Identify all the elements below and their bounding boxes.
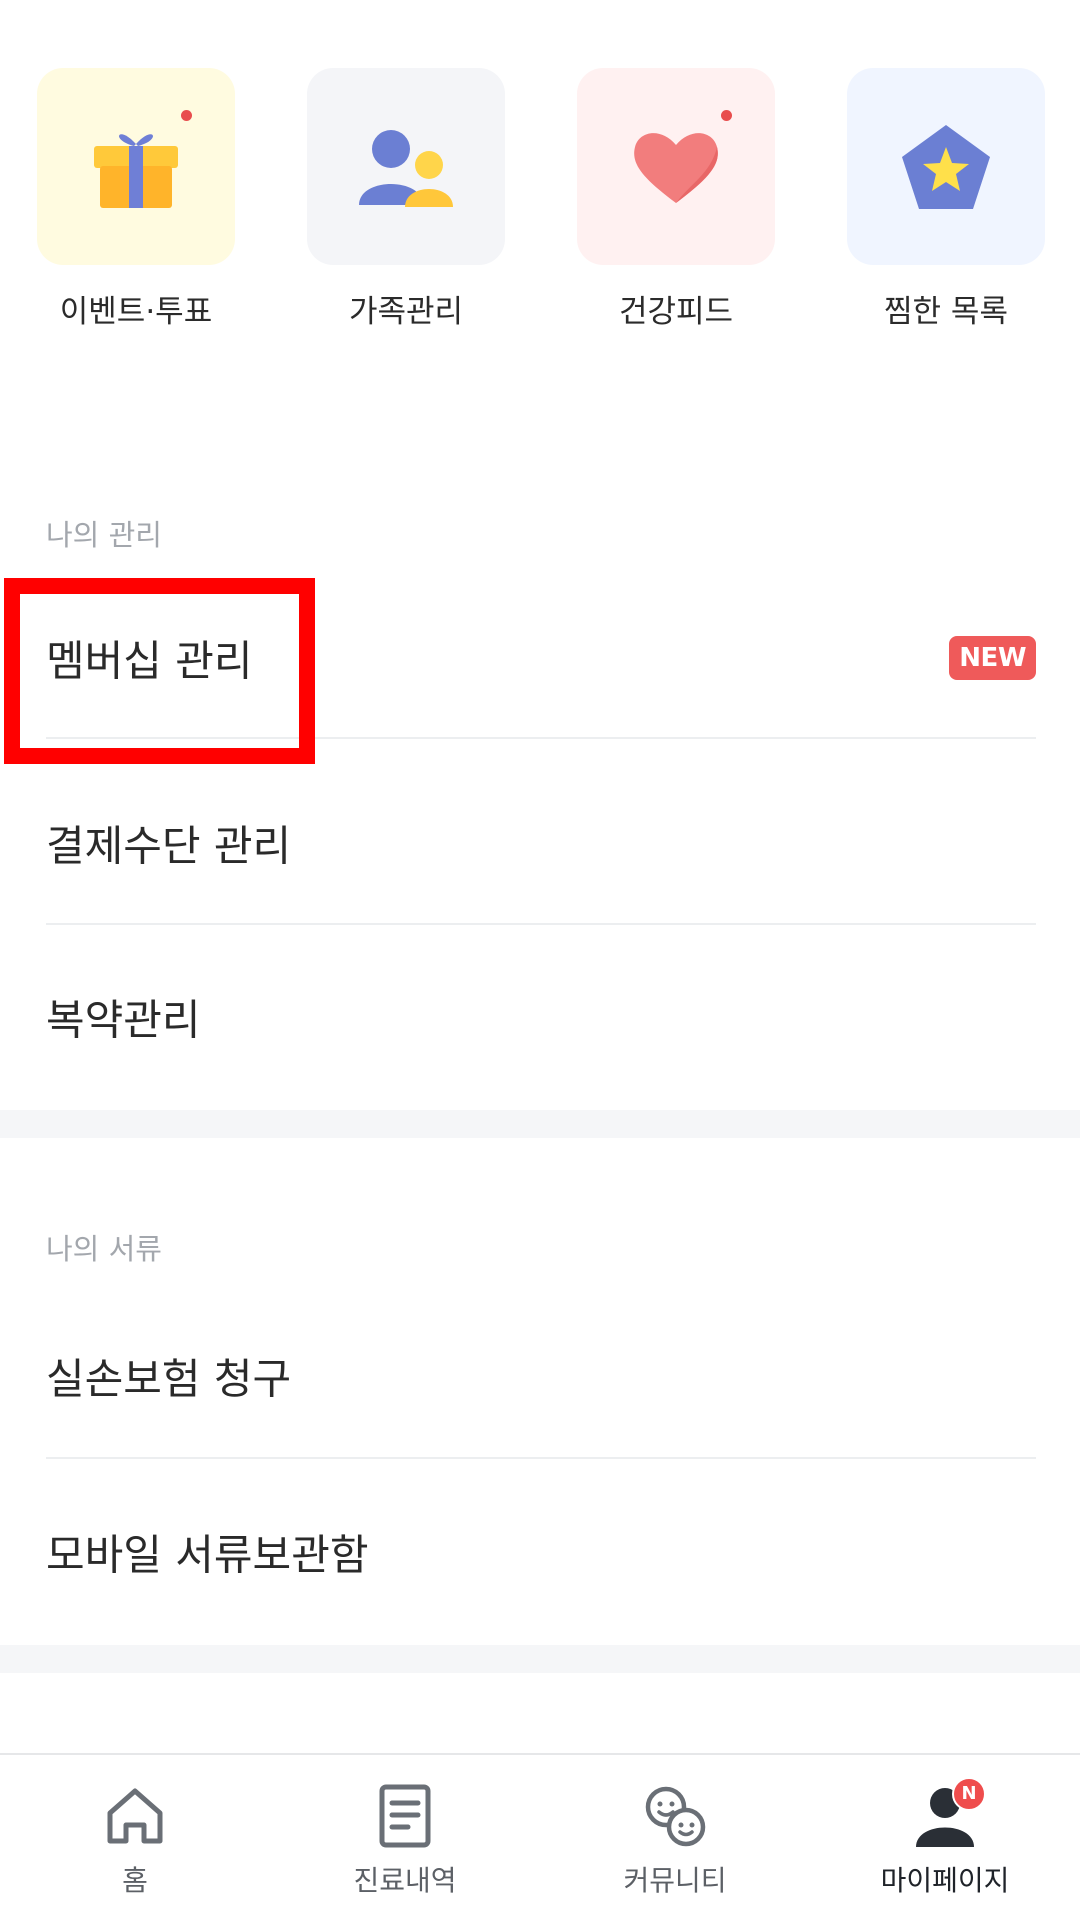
nav-item-mypage[interactable]: N 마이페이지 xyxy=(810,1755,1080,1909)
bottom-nav: 홈 진료내역 커뮤니티 N 마이페이지 xyxy=(0,1753,1080,1909)
quick-item-family[interactable]: 가족관리 xyxy=(307,68,505,330)
notification-badge: N xyxy=(952,1777,986,1811)
nav-item-medical-history[interactable]: 진료내역 xyxy=(270,1755,540,1909)
quick-item-label: 가족관리 xyxy=(348,294,464,330)
divider xyxy=(46,923,1036,925)
list-item-label: 복약관리 xyxy=(46,995,201,1045)
gift-icon xyxy=(94,133,178,208)
list-item-document-storage[interactable]: 모바일 서류보관함 xyxy=(46,1492,1036,1612)
nav-item-community[interactable]: 커뮤니티 xyxy=(540,1755,810,1909)
quick-menu: 이벤트·투표 가족관리 건강피드 찜한 목록 xyxy=(0,68,1080,338)
document-icon xyxy=(379,1784,431,1848)
quick-tile xyxy=(37,68,235,265)
section-separator xyxy=(0,1110,1080,1138)
profile-icon-wrap: N xyxy=(910,1777,986,1851)
heart-icon xyxy=(634,132,718,203)
quick-tile xyxy=(577,68,775,265)
list-item-payment-method[interactable]: 결제수단 관리 xyxy=(46,783,1036,903)
quick-item-event-vote[interactable]: 이벤트·투표 xyxy=(37,68,235,330)
list-item-medication[interactable]: 복약관리 xyxy=(46,957,1036,1077)
section-separator xyxy=(0,1645,1080,1673)
list-item-membership[interactable]: 멤버십 관리 NEW xyxy=(46,598,1036,718)
list-item-label: 결제수단 관리 xyxy=(46,821,292,871)
notification-dot xyxy=(721,110,732,121)
home-icon xyxy=(107,1788,163,1844)
nav-item-label: 커뮤니티 xyxy=(623,1864,727,1897)
quick-item-health-feed[interactable]: 건강피드 xyxy=(577,68,775,330)
list-item-insurance-claim[interactable]: 실손보험 청구 xyxy=(46,1316,1036,1436)
community-faces-icon xyxy=(645,1786,706,1847)
quick-item-label: 건강피드 xyxy=(618,294,734,330)
nav-item-label: 홈 xyxy=(122,1864,148,1897)
quick-item-favorites[interactable]: 찜한 목록 xyxy=(847,68,1045,330)
family-icon xyxy=(359,129,453,207)
quick-item-label: 이벤트·투표 xyxy=(59,294,213,330)
nav-item-home[interactable]: 홈 xyxy=(0,1755,270,1909)
list-item-label: 모바일 서류보관함 xyxy=(46,1530,369,1580)
quick-tile xyxy=(307,68,505,265)
divider xyxy=(46,737,1036,739)
list-item-label: 실손보험 청구 xyxy=(46,1354,292,1404)
section-label-my-management: 나의 관리 xyxy=(46,518,162,552)
nav-item-label: 마이페이지 xyxy=(880,1864,1010,1897)
divider xyxy=(46,1457,1036,1459)
list-item-label: 멤버십 관리 xyxy=(46,636,253,686)
quick-item-label: 찜한 목록 xyxy=(884,294,1008,330)
nav-item-label: 진료내역 xyxy=(353,1864,457,1897)
star-pentagon-icon xyxy=(902,124,990,209)
section-label-my-documents: 나의 서류 xyxy=(46,1232,162,1266)
notification-dot xyxy=(181,110,192,121)
new-badge: NEW xyxy=(949,636,1036,680)
quick-tile xyxy=(847,68,1045,265)
